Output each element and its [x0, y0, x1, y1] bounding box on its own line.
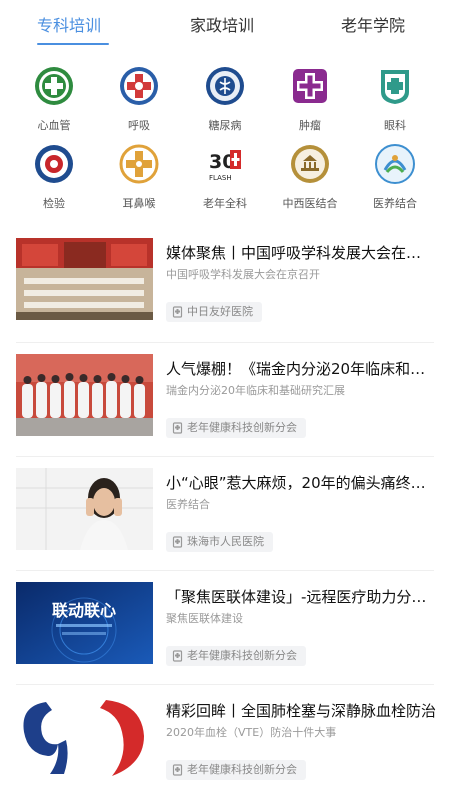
article-subtitle: 聚焦医联体建设 — [166, 612, 243, 625]
group-photo — [16, 354, 153, 436]
source-tag-label: 中日友好医院 — [187, 305, 253, 318]
category-label: 中西医结合 — [282, 197, 338, 210]
article-thumbnail — [16, 468, 153, 550]
respiratory-logo-icon — [120, 67, 158, 105]
source-icon — [172, 536, 183, 548]
category-tcm-western[interactable]: 中西医结合 — [265, 144, 355, 211]
article-thumbnail — [16, 354, 153, 436]
category-label: 医养结合 — [373, 197, 417, 210]
category-grid: 心血管 呼吸 糖尿病 肿瘤 眼科 检验 耳鼻喉 30 FLASH 老年全科 中西… — [0, 62, 450, 212]
geriatric-logo-icon: 30 FLASH — [207, 146, 243, 182]
source-tag: 老年健康科技创新分会 — [166, 646, 306, 666]
article-title: 媒体聚焦丨中国呼吸学科发展大会在京召开 — [166, 244, 436, 262]
article-title: 人气爆棚！《瑞金内分泌20年临床和基础研究汇展 — [166, 360, 436, 378]
category-laboratory[interactable]: 检验 — [9, 144, 99, 211]
cardiovascular-logo-icon — [35, 67, 73, 105]
source-tag-label: 老年健康科技创新分会 — [187, 421, 297, 434]
diabetes-logo-icon — [206, 67, 244, 105]
ent-logo-icon — [119, 144, 159, 184]
list-item[interactable]: 人气爆棚！《瑞金内分泌20年临床和基础研究汇展 瑞金内分泌20年临床和基础研究汇… — [0, 344, 450, 459]
category-label: 眼科 — [384, 119, 406, 132]
category-label: 肿瘤 — [299, 119, 321, 132]
source-icon — [172, 764, 183, 776]
source-tag-label: 珠海市人民医院 — [187, 535, 264, 548]
article-subtitle: 中国呼吸学科发展大会在京召开 — [166, 268, 320, 281]
category-respiratory[interactable]: 呼吸 — [94, 66, 184, 133]
tab-specialty-training[interactable]: 专科培训 — [37, 12, 101, 36]
category-label: 耳鼻喉 — [122, 197, 156, 210]
category-oncology[interactable]: 肿瘤 — [265, 66, 355, 133]
category-ent[interactable]: 耳鼻喉 — [94, 144, 184, 211]
source-tag-label: 老年健康科技创新分会 — [187, 649, 297, 662]
article-subtitle: 医养结合 — [166, 498, 210, 511]
tab-housekeeping-training[interactable]: 家政培训 — [190, 12, 254, 36]
list-item[interactable]: 精彩回眸丨全国肺栓塞与深静脉血栓防治 2020年血栓（VTE）防治十件大事 老年… — [0, 686, 450, 801]
banner-text: 联动联心 — [52, 601, 116, 620]
source-icon — [172, 422, 183, 434]
article-subtitle: 瑞金内分泌20年临床和基础研究汇展 — [166, 384, 345, 397]
source-icon — [172, 306, 183, 318]
divider — [16, 456, 434, 457]
category-ophthalmology[interactable]: 眼科 — [350, 66, 440, 133]
category-label: 糖尿病 — [208, 119, 242, 132]
medical-care-logo-icon — [375, 144, 415, 184]
source-tag: 中日友好医院 — [166, 302, 262, 322]
list-item[interactable]: 媒体聚焦丨中国呼吸学科发展大会在京召开 中国呼吸学科发展大会在京召开 中日友好医… — [0, 228, 450, 343]
vte-logo-image — [16, 696, 153, 778]
source-tag-label: 老年健康科技创新分会 — [187, 763, 297, 776]
category-medical-care[interactable]: 医养结合 — [350, 144, 440, 211]
source-tag: 珠海市人民医院 — [166, 532, 273, 552]
article-title: 「聚焦医联体建设」-远程医疗助力分级诊疗 — [166, 588, 436, 606]
oncology-logo-icon — [293, 69, 327, 103]
article-thumbnail — [16, 696, 153, 778]
headache-photo — [16, 468, 153, 550]
article-title: 小“心眼”惹大麻烦，20年的偏头痛终于好了 — [166, 474, 436, 492]
category-label: 老年全科 — [203, 197, 247, 210]
conference-photo — [16, 238, 153, 320]
source-tag: 老年健康科技创新分会 — [166, 418, 306, 438]
source-icon — [172, 650, 183, 662]
active-tab-indicator — [37, 43, 109, 45]
category-geriatric[interactable]: 30 FLASH 老年全科 — [180, 144, 270, 211]
article-thumbnail — [16, 238, 153, 320]
divider — [16, 684, 434, 685]
divider — [16, 342, 434, 343]
category-label: 呼吸 — [128, 119, 150, 132]
tab-bar: 专科培训 家政培训 老年学院 — [0, 0, 450, 50]
divider — [16, 570, 434, 571]
article-title: 精彩回眸丨全国肺栓塞与深静脉血栓防治 — [166, 702, 436, 720]
alliance-banner: 联动联心 — [16, 582, 153, 664]
category-cardiovascular[interactable]: 心血管 — [9, 66, 99, 133]
category-diabetes[interactable]: 糖尿病 — [180, 66, 270, 133]
article-thumbnail: 联动联心 — [16, 582, 153, 664]
tcm-western-logo-icon — [291, 145, 329, 183]
article-subtitle: 2020年血栓（VTE）防治十件大事 — [166, 726, 337, 739]
list-item[interactable]: 联动联心 「聚焦医联体建设」-远程医疗助力分级诊疗 聚焦医联体建设 老年健康科技… — [0, 572, 450, 687]
source-tag: 老年健康科技创新分会 — [166, 760, 306, 780]
svg-text:FLASH: FLASH — [209, 174, 232, 182]
category-label: 检验 — [43, 197, 65, 210]
category-label: 心血管 — [37, 119, 71, 132]
ophthalmology-logo-icon — [381, 70, 409, 104]
tab-senior-college[interactable]: 老年学院 — [341, 12, 405, 36]
list-item[interactable]: 小“心眼”惹大麻烦，20年的偏头痛终于好了 医养结合 珠海市人民医院 — [0, 458, 450, 573]
laboratory-logo-icon — [35, 145, 73, 183]
